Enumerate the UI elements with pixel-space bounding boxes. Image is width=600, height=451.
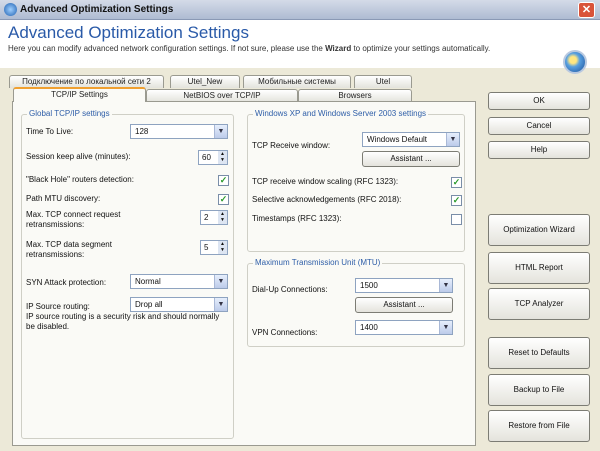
spinner-arrows-icon[interactable]: ▲ ▼ xyxy=(218,151,227,164)
timestamps-label: Timestamps (RFC 1323): xyxy=(252,214,342,223)
chevron-down-icon: ▼ xyxy=(214,298,227,311)
app-icon xyxy=(4,3,17,16)
xp-settings-group: Windows XP and Windows Server 2003 setti… xyxy=(247,109,465,252)
blackhole-label: "Black Hole" routers detection: xyxy=(26,175,134,184)
syn-select[interactable]: Normal ▼ xyxy=(130,274,228,289)
tab-utel[interactable]: Utel xyxy=(354,75,412,88)
data-retrans-label: Max. TCP data segment retransmissions: xyxy=(26,240,112,259)
chevron-down-icon: ▼ xyxy=(446,133,459,146)
close-button[interactable]: ✕ xyxy=(578,2,595,18)
optimization-wizard-button[interactable]: Optimization Wizard xyxy=(488,214,590,246)
chevron-down-icon: ▼ xyxy=(214,125,227,138)
blackhole-checkbox[interactable]: ✓ xyxy=(218,175,229,186)
dialup-select[interactable]: 1500 ▼ xyxy=(355,278,453,293)
title-bar: Advanced Optimization Settings ✕ xyxy=(0,0,600,20)
scaling-label: TCP receive window scaling (RFC 1323): xyxy=(252,177,399,186)
keepalive-label: Session keep alive (minutes): xyxy=(26,152,131,161)
syn-label: SYN Attack protection: xyxy=(26,278,107,287)
iproute-value: Drop all xyxy=(135,300,163,309)
tcp-analyzer-button[interactable]: TCP Analyzer xyxy=(488,288,590,320)
connect-retrans-label: Max. TCP connect request retransmissions… xyxy=(26,210,121,229)
ttl-value: 128 xyxy=(135,127,149,136)
rwin-label: TCP Receive window: xyxy=(252,141,331,150)
iproute-label: IP Source routing: xyxy=(26,302,90,311)
group-title: Windows XP and Windows Server 2003 setti… xyxy=(253,109,429,118)
header: Advanced Optimization Settings Here you … xyxy=(0,20,600,74)
group-title: Global TCP/IP settings xyxy=(27,109,112,118)
backup-file-button[interactable]: Backup to File xyxy=(488,374,590,406)
page-description: Here you can modify advanced network con… xyxy=(8,43,568,54)
html-report-button[interactable]: HTML Report xyxy=(488,252,590,284)
data-value: 5 xyxy=(204,243,209,252)
sack-label: Selective acknowledgements (RFC 2018): xyxy=(252,195,402,204)
rwin-assistant-button[interactable]: Assistant ... xyxy=(362,151,460,167)
rwin-value: Windows Default xyxy=(367,135,428,144)
help-button[interactable]: Help xyxy=(488,141,590,159)
chevron-down-icon: ▼ xyxy=(214,275,227,288)
connect-retrans-stepper[interactable]: 2 ▲ ▼ xyxy=(200,210,228,225)
reset-defaults-button[interactable]: Reset to Defaults xyxy=(488,337,590,369)
timestamps-checkbox[interactable] xyxy=(451,214,462,225)
global-settings-group: Global TCP/IP settings Time To Live: 128… xyxy=(21,109,234,439)
keepalive-stepper[interactable]: 60 ▲ ▼ xyxy=(198,150,228,165)
ttl-label: Time To Live: xyxy=(26,127,74,136)
mtu-assistant-button[interactable]: Assistant ... xyxy=(355,297,453,313)
page-title: Advanced Optimization Settings xyxy=(8,23,249,42)
connect-value: 2 xyxy=(204,213,209,222)
syn-value: Normal xyxy=(135,277,161,286)
desc-text-end: to optimize your settings automatically. xyxy=(351,44,491,53)
pmtu-checkbox[interactable]: ✓ xyxy=(218,194,229,205)
spinner-arrows-icon[interactable]: ▲ ▼ xyxy=(218,241,227,254)
globe-icon xyxy=(563,50,587,74)
vpn-select[interactable]: 1400 ▼ xyxy=(355,320,453,335)
group-title: Maximum Transmission Unit (MTU) xyxy=(253,258,383,267)
ttl-select[interactable]: 128 ▼ xyxy=(130,124,228,139)
rwin-select[interactable]: Windows Default ▼ xyxy=(362,132,460,147)
chevron-down-icon: ▼ xyxy=(439,321,452,334)
vpn-value: 1400 xyxy=(360,323,378,332)
ok-button[interactable]: OK xyxy=(488,92,590,110)
dialup-value: 1500 xyxy=(360,281,378,290)
scaling-checkbox[interactable]: ✓ xyxy=(451,177,462,188)
cancel-button[interactable]: Cancel xyxy=(488,117,590,135)
spinner-arrows-icon[interactable]: ▲ ▼ xyxy=(218,211,227,224)
data-retrans-stepper[interactable]: 5 ▲ ▼ xyxy=(200,240,228,255)
dialup-label: Dial-Up Connections: xyxy=(252,285,328,294)
tab-panel: Global TCP/IP settings Time To Live: 128… xyxy=(12,101,476,446)
desc-text: Here you can modify advanced network con… xyxy=(8,44,326,53)
vpn-label: VPN Connections: xyxy=(252,328,318,337)
iproute-select[interactable]: Drop all ▼ xyxy=(130,297,228,312)
iproute-note: IP source routing is a security risk and… xyxy=(26,312,220,331)
chevron-down-icon: ▼ xyxy=(439,279,452,292)
tab-tcpip-settings[interactable]: TCP/IP Settings xyxy=(13,87,146,102)
tab-utel-new[interactable]: Utel_New xyxy=(170,75,240,88)
mtu-group: Maximum Transmission Unit (MTU) Dial-Up … xyxy=(247,258,465,347)
sack-checkbox[interactable]: ✓ xyxy=(451,195,462,206)
pmtu-label: Path MTU discovery: xyxy=(26,194,101,203)
window-title: Advanced Optimization Settings xyxy=(20,4,174,15)
restore-file-button[interactable]: Restore from File xyxy=(488,410,590,442)
keepalive-value: 60 xyxy=(202,153,211,162)
wizard-word: Wizard xyxy=(325,44,352,53)
tab-mobile-systems[interactable]: Мобильные системы xyxy=(243,75,351,88)
